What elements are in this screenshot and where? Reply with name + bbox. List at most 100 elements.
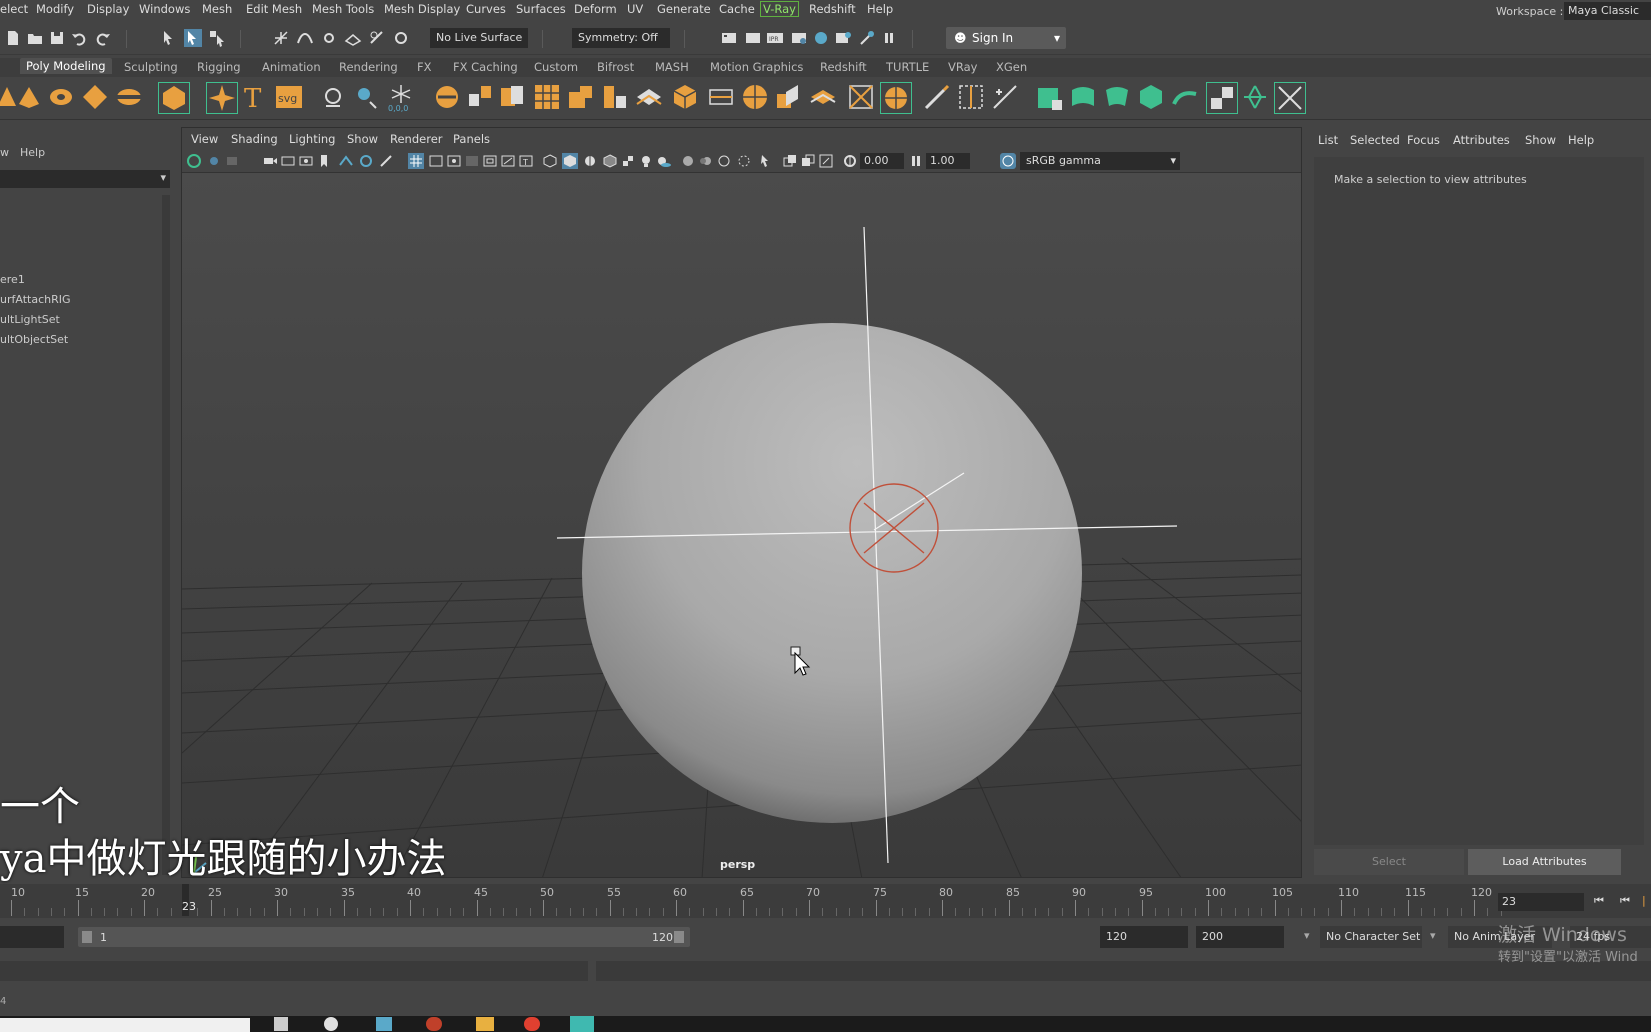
smooth-shade-icon[interactable] bbox=[562, 153, 578, 169]
outliner-menu-show[interactable]: w bbox=[0, 146, 9, 159]
select-camera-icon[interactable] bbox=[186, 153, 202, 169]
bridge-icon[interactable] bbox=[706, 82, 736, 112]
playback-end-field[interactable]: 120 bbox=[1100, 926, 1188, 948]
attr-menu-focus[interactable]: Focus bbox=[1407, 133, 1440, 147]
film-gate-icon[interactable] bbox=[428, 153, 444, 169]
tab-rendering[interactable]: Rendering bbox=[339, 60, 398, 74]
uv-spherical-icon[interactable] bbox=[1102, 82, 1132, 112]
use-all-lights-icon[interactable] bbox=[638, 153, 654, 169]
menu-generate[interactable]: Generate bbox=[657, 2, 711, 16]
resolution-gate-icon[interactable] bbox=[446, 153, 462, 169]
multi-cut-icon[interactable] bbox=[922, 82, 952, 112]
viewport-menu-panels[interactable]: Panels bbox=[453, 132, 490, 146]
render-frame-icon[interactable] bbox=[720, 29, 738, 47]
app-icon[interactable] bbox=[324, 1017, 338, 1031]
chevron-down-icon[interactable]: ▾ bbox=[1304, 929, 1310, 942]
outliner-item[interactable]: ultObjectSet bbox=[0, 333, 68, 346]
uv-checker-icon[interactable] bbox=[1206, 82, 1238, 114]
attr-menu-selected[interactable]: Selected bbox=[1350, 133, 1400, 147]
anti-aliasing-icon[interactable] bbox=[716, 153, 732, 169]
redshift-render-icon[interactable] bbox=[858, 29, 876, 47]
tab-poly-modeling[interactable]: Poly Modeling bbox=[20, 58, 112, 74]
poly-text-icon[interactable]: T bbox=[240, 82, 270, 114]
poly-pipe-icon[interactable] bbox=[114, 82, 144, 112]
isolate-select-icon[interactable] bbox=[758, 153, 774, 169]
render-view-icon[interactable] bbox=[744, 29, 762, 47]
gamma-icon[interactable] bbox=[908, 153, 924, 169]
menu-select[interactable]: elect bbox=[0, 2, 28, 16]
depth-of-field-icon[interactable] bbox=[736, 153, 752, 169]
workspace-dropdown[interactable]: Maya Classic bbox=[1564, 2, 1651, 20]
motion-blur-icon[interactable] bbox=[698, 153, 714, 169]
menu-windows[interactable]: Windows bbox=[139, 2, 190, 16]
redo-icon[interactable] bbox=[94, 29, 112, 47]
sign-in-dropdown[interactable]: ☻ Sign In ▾ bbox=[946, 27, 1066, 49]
combine-icon[interactable] bbox=[432, 82, 462, 112]
time-slider[interactable]: 10 15 20 25 30 35 40 45 50 55 60 65 70 7… bbox=[0, 884, 1651, 918]
tab-motion-graphics[interactable]: Motion Graphics bbox=[710, 60, 803, 74]
tab-redshift[interactable]: Redshift bbox=[820, 60, 867, 74]
vray-render-icon[interactable] bbox=[834, 29, 852, 47]
outliner-item[interactable]: ultLightSet bbox=[0, 313, 60, 326]
extrude-icon[interactable] bbox=[774, 82, 804, 112]
tab-fx[interactable]: FX bbox=[417, 60, 432, 74]
tab-rigging[interactable]: Rigging bbox=[197, 60, 241, 74]
snap-grid-icon[interactable] bbox=[272, 29, 290, 47]
lock-camera-icon[interactable] bbox=[206, 153, 222, 169]
character-set-dropdown[interactable]: No Character Set bbox=[1320, 926, 1422, 948]
snowflake-icon[interactable]: 0,0,0 bbox=[386, 82, 416, 113]
reduce-icon[interactable] bbox=[566, 82, 596, 112]
sphere-mesh[interactable] bbox=[582, 323, 1082, 823]
snap-live-icon[interactable] bbox=[392, 29, 410, 47]
outliner-menu-help[interactable]: Help bbox=[20, 146, 45, 159]
quad-draw-icon[interactable] bbox=[880, 82, 912, 114]
menu-mesh-tools[interactable]: Mesh Tools bbox=[312, 2, 374, 16]
grease-pencil-icon[interactable] bbox=[316, 153, 332, 169]
pause-icon[interactable] bbox=[880, 29, 898, 47]
playback-range-bar[interactable] bbox=[78, 927, 690, 947]
menu-deform[interactable]: Deform bbox=[574, 2, 617, 16]
viewport-scene[interactable] bbox=[182, 173, 1302, 878]
menu-help[interactable]: Help bbox=[867, 2, 893, 16]
attr-menu-show[interactable]: Show bbox=[1525, 133, 1556, 147]
outliner-item[interactable]: urfAttachRIG bbox=[0, 293, 71, 306]
uv-layout-icon[interactable] bbox=[1240, 82, 1270, 112]
open-scene-icon[interactable] bbox=[26, 29, 44, 47]
menu-edit-mesh[interactable]: Edit Mesh bbox=[246, 2, 302, 16]
tab-fx-caching[interactable]: FX Caching bbox=[453, 60, 518, 74]
symmetry-dropdown[interactable]: Symmetry: Off bbox=[572, 28, 670, 48]
menu-surfaces[interactable]: Surfaces bbox=[516, 2, 566, 16]
safe-title-icon[interactable]: T bbox=[518, 153, 534, 169]
gamma-field[interactable]: 1.00 bbox=[926, 153, 970, 169]
new-scene-icon[interactable] bbox=[4, 29, 22, 47]
smooth-icon[interactable] bbox=[532, 82, 562, 112]
uv-unfold-icon[interactable] bbox=[1170, 82, 1200, 112]
poly-diamond-icon[interactable] bbox=[80, 82, 110, 112]
wireframe-icon[interactable] bbox=[542, 153, 558, 169]
edge-loop-icon[interactable] bbox=[956, 82, 986, 112]
snap-plane-icon[interactable] bbox=[344, 29, 362, 47]
boolean-icon[interactable] bbox=[498, 82, 528, 112]
tab-sculpting[interactable]: Sculpting bbox=[124, 60, 178, 74]
snap-camera-icon[interactable] bbox=[338, 153, 354, 169]
range-end-handle[interactable] bbox=[674, 931, 684, 943]
range-start-handle[interactable] bbox=[82, 931, 92, 943]
viewport-menu-shading[interactable]: Shading bbox=[231, 132, 278, 146]
menu-redshift[interactable]: Redshift bbox=[809, 2, 856, 16]
gate-mask-icon[interactable] bbox=[464, 153, 480, 169]
color-space-dropdown[interactable]: sRGB gamma ▾ bbox=[1020, 152, 1180, 170]
uv-cylindrical-icon[interactable] bbox=[1068, 82, 1098, 112]
select-hierarchy-icon[interactable] bbox=[160, 29, 178, 47]
xray-icon[interactable] bbox=[782, 153, 798, 169]
menu-vray[interactable]: V-Ray bbox=[760, 1, 799, 17]
current-frame-field[interactable]: 23 bbox=[1498, 893, 1584, 911]
command-input[interactable] bbox=[0, 961, 588, 981]
uv-automatic-icon[interactable] bbox=[1136, 82, 1166, 112]
tab-xgen[interactable]: XGen bbox=[996, 60, 1027, 74]
color-management-icon[interactable] bbox=[1000, 153, 1016, 169]
menu-modify[interactable]: Modify bbox=[36, 2, 74, 16]
exposure-field[interactable]: 0.00 bbox=[860, 153, 904, 169]
app-icon[interactable] bbox=[376, 1017, 392, 1031]
save-scene-icon[interactable] bbox=[48, 29, 66, 47]
select-object-icon[interactable] bbox=[184, 29, 202, 47]
